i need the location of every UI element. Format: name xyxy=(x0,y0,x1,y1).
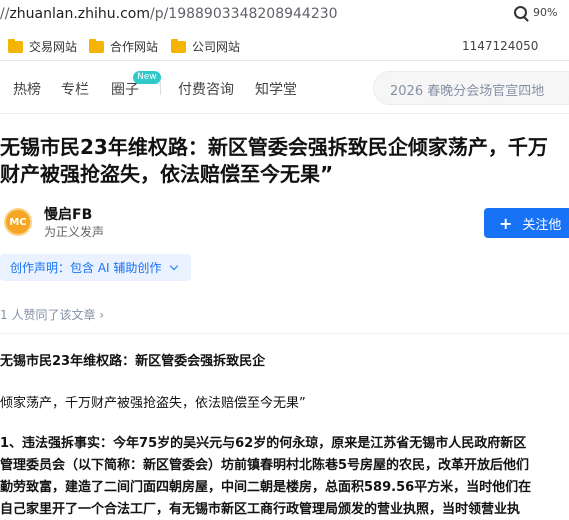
url-host: zhuanlan.zhihu.com xyxy=(9,6,150,22)
nav-item-paid-consult[interactable]: 付费咨询 xyxy=(178,79,234,99)
divider xyxy=(0,333,569,334)
top-nav: 热榜 专栏 圈子 New 付费咨询 知学堂 2026 春晚分会场官宣四地 xyxy=(0,62,569,114)
bookmark-label: 公司网站 xyxy=(192,40,241,54)
statement-text: 创作声明：包含 AI 辅助创作 xyxy=(10,261,162,275)
nav-divider xyxy=(160,81,161,95)
bookmark-hezuo[interactable]: 合作网站 xyxy=(89,38,158,55)
title-line-2: 财产被强抢盗失，依法赔偿至今无果” xyxy=(0,162,334,186)
folder-icon xyxy=(171,38,186,53)
creation-statement[interactable]: 创作声明：包含 AI 辅助创作 xyxy=(0,254,191,281)
url-path: /p/1988903348208944230 xyxy=(149,6,338,22)
bookmark-gongsi[interactable]: 公司网站 xyxy=(171,38,240,55)
url-text[interactable]: //zhuanlan.zhihu.com/p/19889033482089442… xyxy=(0,6,338,22)
author-bio: 为正义发声 xyxy=(44,225,105,239)
zoom-icon xyxy=(514,6,527,19)
follow-label: 关注他 xyxy=(522,217,562,233)
article-subtitle-2: 倾家荡产，千万财产被强抢盗失，依法赔偿至今无果” xyxy=(0,396,306,411)
bookmark-label: 合作网站 xyxy=(110,40,159,54)
folder-icon xyxy=(89,38,104,53)
article-body: 1、违法强拆事实：今年75岁的吴兴元与62岁的何永琼，原来是江苏省无锡市人民政府… xyxy=(0,433,569,520)
avatar[interactable]: MC xyxy=(4,208,32,236)
body-line: 自己家里开了一个合法工厂，有无锡市新区工商行政管理局颁发的营业执照，当时领营业执 xyxy=(0,502,521,517)
nav-item-column[interactable]: 专栏 xyxy=(61,79,89,99)
new-badge: New xyxy=(133,71,161,84)
article-title: 无锡市民23年维权路：新区管委会强拆致民企倾家荡产，千万 财产被强抢盗失，依法赔… xyxy=(0,134,569,188)
title-line-1: 无锡市民23年维权路：新区管委会强拆致民企倾家荡产，千万 xyxy=(0,135,548,159)
folder-icon xyxy=(8,38,23,53)
nav-item-zhixuetang[interactable]: 知学堂 xyxy=(255,79,297,99)
bookmark-jiaoyi[interactable]: 交易网站 xyxy=(8,38,77,55)
nav-item-hot[interactable]: 热榜 xyxy=(13,79,41,99)
search-input[interactable]: 2026 春晚分会场官宣四地 xyxy=(373,71,569,105)
chevron-down-icon xyxy=(170,261,179,271)
zoom-level: 90% xyxy=(533,6,558,19)
agree-count[interactable]: 1 人赞同了该文章 › xyxy=(0,306,104,323)
author-name[interactable]: 慢启FB xyxy=(44,204,92,224)
follow-button[interactable]: + 关注他 xyxy=(484,208,569,238)
chevron-right-icon: › xyxy=(99,308,105,322)
agree-text: 1 人赞同了该文章 xyxy=(0,308,96,322)
body-line: 管理委员会（以下简称：新区管委会）坊前镇春明村北陈巷5号房屋的农民，改革开放后他… xyxy=(0,458,530,473)
bookmarks-bar: 交易网站 合作网站 公司网站 1147124050 xyxy=(0,31,569,61)
bookmark-number[interactable]: 1147124050 xyxy=(462,39,538,53)
plus-icon: + xyxy=(499,213,513,233)
body-line: 1、违法强拆事实：今年75岁的吴兴元与62岁的何永琼，原来是江苏省无锡市人民政府… xyxy=(0,436,527,451)
body-line: 勤劳致富，建造了二间门面四朝房屋，中间二朝是楼房，总面积589.56平方米，当时… xyxy=(0,480,532,495)
address-bar[interactable]: //zhuanlan.zhihu.com/p/19889033482089442… xyxy=(0,0,569,31)
article-subtitle-1: 无锡市民23年维权路：新区管委会强拆致民企 xyxy=(0,354,266,369)
bookmark-label: 交易网站 xyxy=(29,40,78,54)
zoom-indicator[interactable]: 90% xyxy=(514,6,557,19)
